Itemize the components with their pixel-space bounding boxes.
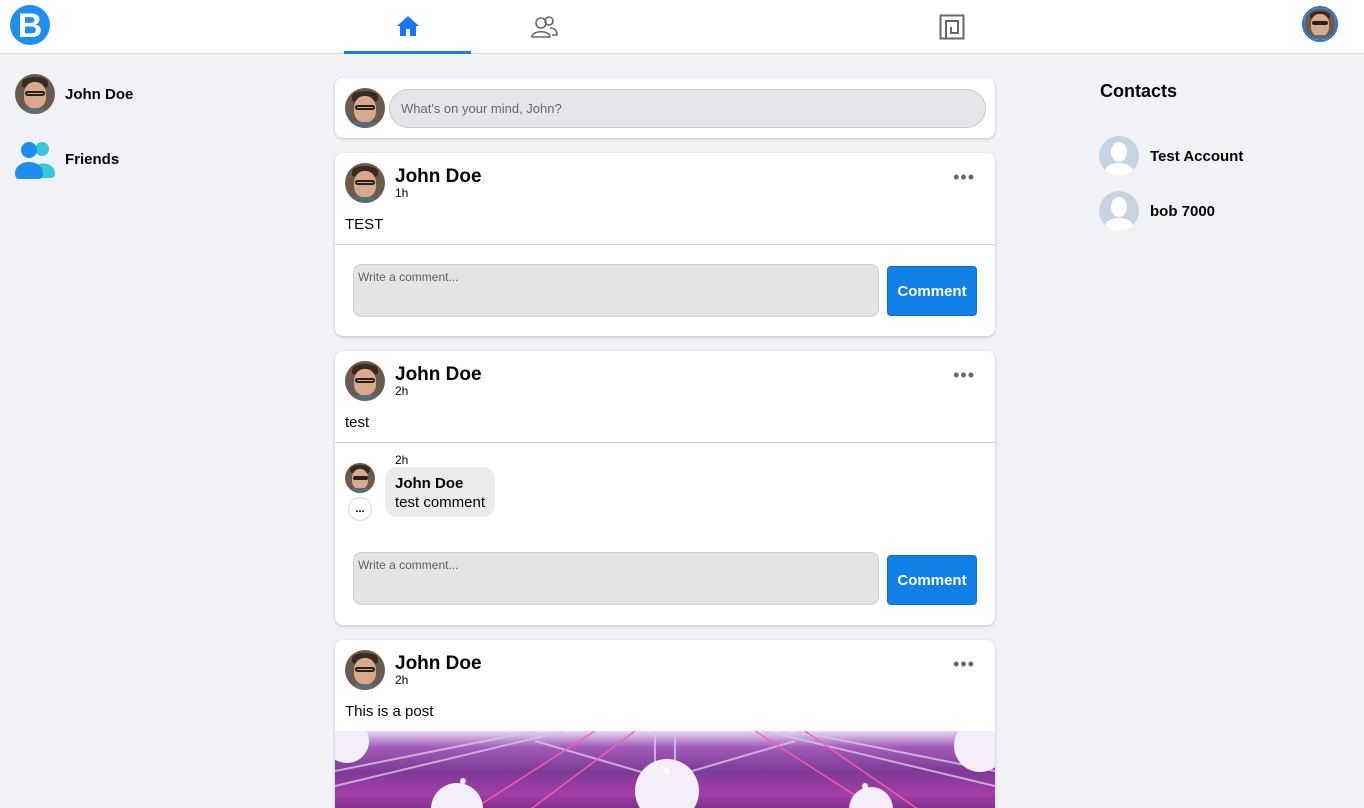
post-options-button[interactable]: •••: [953, 168, 975, 186]
comment-bubble: John Doe test comment: [385, 467, 496, 517]
post-options-button[interactable]: •••: [953, 655, 975, 673]
contact-name: Test Account: [1150, 147, 1244, 165]
post-card: John Doe 1h ••• TEST Write a comment... …: [335, 153, 995, 336]
profile-avatar-button[interactable]: [1302, 6, 1338, 42]
post-text: TEST: [345, 216, 384, 233]
sidebar-item-friends[interactable]: Friends: [15, 138, 119, 180]
contact-name: bob 7000: [1150, 202, 1216, 220]
post-card: John Doe 2h ••• test 2h John Doe test co…: [335, 351, 995, 625]
avatar: [345, 361, 385, 401]
avatar: [15, 74, 55, 114]
nav-tab-friends[interactable]: [480, 0, 607, 54]
post-composer: What's on your mind, John?: [335, 78, 995, 138]
avatar: [345, 88, 385, 128]
post-header: John Doe 1h: [345, 163, 482, 203]
post-time: 2h: [395, 672, 409, 687]
comment-time: 2h: [395, 453, 409, 467]
post-time: 1h: [395, 185, 409, 200]
square-frame-icon: [939, 14, 964, 40]
comment-button[interactable]: Comment: [887, 555, 977, 605]
home-icon: [396, 15, 419, 36]
avatar: [1304, 8, 1336, 40]
default-avatar-icon: [1099, 136, 1139, 176]
comment-author[interactable]: John Doe: [395, 474, 485, 493]
post-card: John Doe 2h ••• This is a post: [335, 640, 995, 808]
composer-input[interactable]: What's on your mind, John?: [389, 89, 986, 128]
logo-letter: B: [17, 6, 43, 45]
divider: [335, 442, 995, 443]
sidebar-item-profile[interactable]: John Doe: [15, 74, 133, 114]
contact-item[interactable]: Test Account: [1099, 136, 1243, 176]
nav-tab-home[interactable]: [344, 0, 471, 54]
avatar: [345, 463, 375, 493]
post-text: test: [345, 414, 370, 431]
friends-icon: [15, 142, 55, 179]
comment-input[interactable]: Write a comment...: [353, 552, 879, 605]
post-author[interactable]: John Doe: [395, 653, 482, 674]
comment-options-button[interactable]: ...: [348, 497, 372, 521]
top-navbar: B: [0, 0, 1364, 54]
post-author[interactable]: John Doe: [395, 166, 482, 187]
avatar: [345, 650, 385, 690]
post-options-button[interactable]: •••: [953, 366, 975, 384]
nav-tab-marketplace[interactable]: [888, 0, 1015, 54]
comment-text: test comment: [395, 494, 486, 511]
post-header: John Doe 2h: [345, 361, 482, 401]
app-logo[interactable]: B: [10, 5, 50, 45]
contact-item[interactable]: bob 7000: [1099, 191, 1215, 231]
post-time: 2h: [395, 383, 409, 398]
post-image[interactable]: [335, 731, 995, 808]
avatar: [345, 163, 385, 203]
people-icon: [530, 16, 558, 38]
divider: [335, 244, 995, 245]
default-avatar-icon: [1099, 191, 1139, 231]
post-text: This is a post: [345, 703, 434, 720]
contacts-heading: Contacts: [1100, 81, 1178, 101]
concert-lights-image: [335, 731, 995, 808]
sidebar-item-label: Friends: [65, 150, 120, 168]
comment-button[interactable]: Comment: [887, 266, 977, 316]
sidebar-item-label: John Doe: [65, 85, 134, 103]
post-header: John Doe 2h: [345, 650, 482, 690]
post-author[interactable]: John Doe: [395, 364, 482, 385]
comment-input[interactable]: Write a comment...: [353, 264, 879, 317]
